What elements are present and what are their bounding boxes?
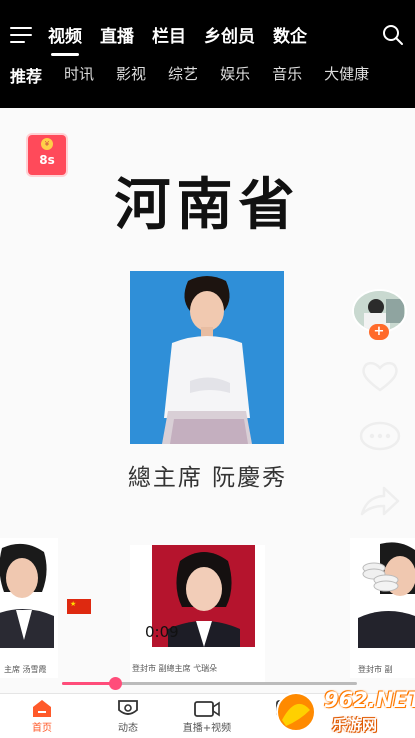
- share-icon[interactable]: [358, 484, 402, 520]
- main-portrait-image: [130, 271, 284, 444]
- comment-icon[interactable]: [358, 420, 402, 456]
- thumbnail-left: 主席 汤雪霞: [0, 538, 58, 678]
- thumb-mid-caption: 登封市 副總主席 弋瑞朵: [132, 664, 218, 673]
- sub-tabs: 推荐 时讯 影视 综艺 娱乐 音乐 大健康: [0, 63, 377, 87]
- heart-icon[interactable]: [358, 358, 402, 394]
- video-caption: 總主席 阮慶秀: [127, 465, 288, 491]
- menu-icon[interactable]: [10, 27, 34, 45]
- subtab-variety[interactable]: 综艺: [168, 63, 198, 87]
- nav-live-video[interactable]: 直播+视频: [176, 698, 238, 734]
- nav-live-video-label: 直播+视频: [182, 723, 232, 734]
- thumb-left-caption: 主席 汤雪霞: [4, 665, 47, 674]
- subtab-health[interactable]: 大健康: [324, 63, 369, 87]
- tab-column[interactable]: 栏目: [152, 22, 186, 47]
- follow-plus-icon[interactable]: +: [369, 324, 389, 340]
- nav-home-label: 首页: [32, 723, 52, 734]
- china-flag-icon: ★: [67, 599, 91, 614]
- thumb-right-caption: 登封市 副: [358, 665, 393, 674]
- watermark-net-text: 962.NET: [324, 688, 415, 712]
- watermark-logo: 962.NET 乐游网: [272, 686, 415, 738]
- watermark-cn-text: 乐游网: [332, 716, 378, 734]
- main-tabs: 视频 直播 栏目 乡创员 数企: [48, 22, 325, 47]
- thumbnail-middle: 登封市 副總主席 弋瑞朵: [130, 545, 265, 685]
- tab-live[interactable]: 直播: [100, 22, 134, 47]
- coins-icon: [362, 562, 399, 592]
- tab-digital-enterprise[interactable]: 数企: [273, 22, 307, 47]
- red-packet-timer: 8s: [39, 153, 55, 167]
- subtab-music[interactable]: 音乐: [272, 63, 302, 87]
- live-video-icon: [194, 701, 220, 717]
- progress-handle[interactable]: [109, 677, 123, 690]
- subtab-film[interactable]: 影视: [116, 63, 146, 87]
- red-packet-button[interactable]: ¥ 8s: [28, 135, 66, 175]
- watermark-icon: [276, 692, 316, 732]
- dynamic-icon: [118, 700, 138, 715]
- coin-icon: ¥: [41, 138, 53, 150]
- subtab-entertainment[interactable]: 娱乐: [220, 63, 250, 87]
- tab-rural-creator[interactable]: 乡创员: [204, 22, 255, 47]
- nav-dynamic[interactable]: 动态: [112, 698, 144, 734]
- nav-dynamic-label: 动态: [118, 723, 138, 734]
- subtab-recommend[interactable]: 推荐: [10, 63, 42, 87]
- nav-home[interactable]: 首页: [28, 698, 56, 734]
- right-number: 28: [378, 596, 392, 609]
- progress-fill: [62, 682, 116, 685]
- home-icon: [33, 700, 51, 717]
- search-icon[interactable]: [382, 24, 404, 46]
- tab-video[interactable]: 视频: [48, 22, 82, 47]
- elapsed-time: 0:09: [145, 623, 179, 641]
- video-player[interactable]: 河南省 總主席 阮慶秀 ¥ 8s + 主席 汤雪霞 ★ 登封市 副總主席 弋瑞朵…: [0, 108, 415, 693]
- subtab-news[interactable]: 时讯: [64, 63, 94, 87]
- top-header: 视频 直播 栏目 乡创员 数企 推荐 时讯 影视 综艺 娱乐 音乐 大健康: [0, 0, 415, 108]
